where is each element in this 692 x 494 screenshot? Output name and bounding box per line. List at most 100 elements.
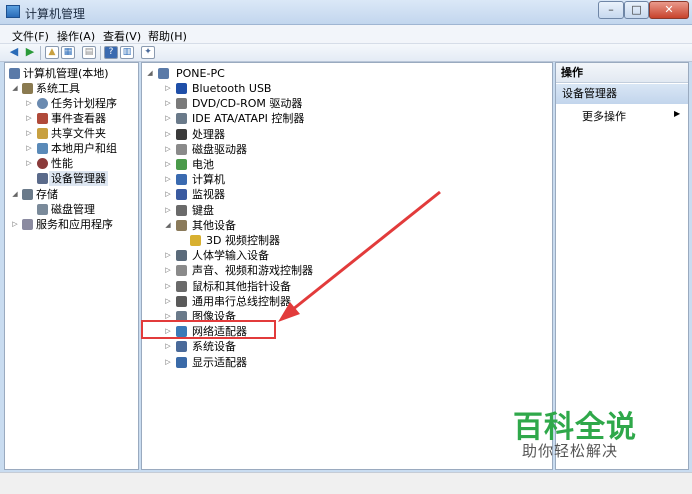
console-tree-pane: 计算机管理(本地) ◢ 系统工具 ▷ 任务计划程序 ▷ 事件查看器 ▷ 共享文件… <box>4 62 139 470</box>
device-category-disk-drive[interactable]: ▷ 磁盘驱动器 <box>144 142 544 157</box>
device-category-bluetooth[interactable]: ▷ Bluetooth USB <box>144 81 544 96</box>
storage-icon <box>22 189 33 200</box>
menu-view[interactable]: 查看(V) <box>103 28 141 44</box>
services-icon <box>22 219 33 230</box>
collapsed-arrow-icon[interactable]: ▷ <box>164 248 172 263</box>
collapsed-arrow-icon[interactable]: ▷ <box>164 81 172 96</box>
tree-item-task-scheduler[interactable]: ▷ 任务计划程序 <box>7 96 137 111</box>
tree-item-performance[interactable]: ▷ 性能 <box>7 156 137 171</box>
tree-item-services-apps[interactable]: ▷ 服务和应用程序 <box>7 217 137 232</box>
device-category-display-adapter[interactable]: ▷ 显示适配器 <box>144 355 544 370</box>
tree-item-shared-folders[interactable]: ▷ 共享文件夹 <box>7 126 137 141</box>
collapsed-arrow-icon[interactable]: ▷ <box>25 111 33 126</box>
device-category-battery[interactable]: ▷ 电池 <box>144 157 544 172</box>
collapsed-arrow-icon[interactable]: ▷ <box>164 172 172 187</box>
clock-icon <box>37 98 48 109</box>
maximize-button[interactable]: □ <box>624 1 649 19</box>
show-tree-icon[interactable]: ▦ <box>61 46 75 59</box>
shared-folder-icon <box>37 128 48 139</box>
device-tree-pane: ◢ PONE-PC ▷ Bluetooth USB ▷ DVD/CD-ROM 驱动器 ▷… <box>141 62 553 470</box>
chevron-right-icon: ▶ <box>674 109 681 118</box>
sound-icon <box>176 265 187 277</box>
actions-section-device-manager[interactable]: 设备管理器 <box>556 84 688 104</box>
device-category-other-devices[interactable]: ◢ 其他设备 <box>144 218 544 233</box>
expanded-arrow-icon[interactable]: ◢ <box>164 218 172 233</box>
device-category-dvd-drive[interactable]: ▷ DVD/CD-ROM 驱动器 <box>144 96 544 111</box>
device-category-mouse[interactable]: ▷ 鼠标和其他指针设备 <box>144 279 544 294</box>
device-category-processor[interactable]: ▷ 处理器 <box>144 127 544 142</box>
up-folder-icon[interactable]: ▲ <box>45 46 59 59</box>
collapsed-arrow-icon[interactable]: ▷ <box>11 217 19 232</box>
expanded-arrow-icon[interactable]: ◢ <box>11 187 19 202</box>
tree-item-device-manager[interactable]: 设备管理器 <box>7 171 137 186</box>
monitor-icon <box>176 189 187 201</box>
collapsed-arrow-icon[interactable]: ▷ <box>164 157 172 172</box>
users-icon <box>37 143 48 154</box>
keyboard-icon <box>176 204 187 216</box>
warning-device-icon <box>190 235 201 246</box>
battery-icon <box>176 159 187 170</box>
collapsed-arrow-icon[interactable]: ▷ <box>25 96 33 111</box>
collapsed-arrow-icon[interactable]: ▷ <box>164 127 172 142</box>
collapsed-arrow-icon[interactable]: ▷ <box>164 142 172 157</box>
expanded-arrow-icon[interactable]: ◢ <box>11 81 19 96</box>
system-device-icon <box>176 341 187 353</box>
tools-icon <box>22 83 33 94</box>
collapsed-arrow-icon[interactable]: ▷ <box>25 141 33 156</box>
forward-arrow-icon[interactable]: ▶ <box>23 46 37 59</box>
minimize-button[interactable]: – <box>598 1 624 19</box>
tree-item-local-users[interactable]: ▷ 本地用户和组 <box>7 141 137 156</box>
collapsed-arrow-icon[interactable]: ▷ <box>164 263 172 278</box>
menu-help[interactable]: 帮助(H) <box>148 28 187 44</box>
device-category-monitor[interactable]: ▷ 监视器 <box>144 187 544 202</box>
device-category-computer[interactable]: ▷ 计算机 <box>144 172 544 187</box>
status-bar <box>0 472 692 494</box>
detail-view-icon[interactable]: ▥ <box>120 46 134 59</box>
more-actions-link[interactable]: 更多操作 <box>582 108 626 124</box>
device-category-ide-controller[interactable]: ▷ IDE ATA/ATAPI 控制器 <box>144 111 544 126</box>
scan-hardware-icon[interactable]: ✦ <box>141 46 155 59</box>
device-category-system-device[interactable]: ▷ 系统设备 <box>144 339 544 354</box>
usb-icon <box>176 295 187 307</box>
performance-icon <box>37 158 48 169</box>
collapsed-arrow-icon[interactable]: ▷ <box>164 279 172 294</box>
menu-file[interactable]: 文件(F) <box>12 28 49 44</box>
device-category-usb[interactable]: ▷ 通用串行总线控制器 <box>144 294 544 309</box>
ide-controller-icon <box>176 113 187 125</box>
tree-item-disk-management[interactable]: 磁盘管理 <box>7 202 137 217</box>
properties-icon[interactable]: ▤ <box>82 46 96 59</box>
device-category-warning-device[interactable]: 3D 视频控制器 <box>144 233 544 248</box>
hid-icon <box>176 250 187 262</box>
computer-icon <box>158 68 169 79</box>
back-arrow-icon[interactable]: ◀ <box>7 46 21 59</box>
collapsed-arrow-icon[interactable]: ▷ <box>164 96 172 111</box>
device-category-sound[interactable]: ▷ 声音、视频和游戏控制器 <box>144 263 544 278</box>
tree-item-computer-management[interactable]: 计算机管理(本地) <box>7 66 137 81</box>
device-category-keyboard[interactable]: ▷ 键盘 <box>144 203 544 218</box>
mouse-icon <box>176 280 187 292</box>
dvd-drive-icon <box>176 98 187 110</box>
help-icon[interactable]: ? <box>104 46 118 59</box>
menu-bar: 文件(F) 操作(A) 查看(V) 帮助(H) <box>0 25 692 44</box>
computer-management-icon <box>6 5 20 18</box>
collapsed-arrow-icon[interactable]: ▷ <box>164 111 172 126</box>
tree-item-storage[interactable]: ◢ 存储 <box>7 187 137 202</box>
device-tree-root[interactable]: ◢ PONE-PC <box>144 66 544 81</box>
window-title: 计算机管理 <box>25 7 86 21</box>
event-viewer-icon <box>37 113 48 124</box>
tree-item-event-viewer[interactable]: ▷ 事件查看器 <box>7 111 137 126</box>
title-bar: 计算机管理 – □ ✕ <box>0 0 692 25</box>
collapsed-arrow-icon[interactable]: ▷ <box>25 126 33 141</box>
collapsed-arrow-icon[interactable]: ▷ <box>164 203 172 218</box>
collapsed-arrow-icon[interactable]: ▷ <box>164 187 172 202</box>
tree-item-system-tools[interactable]: ◢ 系统工具 <box>7 81 137 96</box>
device-category-hid[interactable]: ▷ 人体学输入设备 <box>144 248 544 263</box>
expanded-arrow-icon[interactable]: ◢ <box>146 66 154 81</box>
computer-icon <box>176 174 187 186</box>
collapsed-arrow-icon[interactable]: ▷ <box>25 156 33 171</box>
collapsed-arrow-icon[interactable]: ▷ <box>164 294 172 309</box>
collapsed-arrow-icon[interactable]: ▷ <box>164 355 172 370</box>
menu-action[interactable]: 操作(A) <box>57 28 95 44</box>
collapsed-arrow-icon[interactable]: ▷ <box>164 339 172 354</box>
close-button[interactable]: ✕ <box>649 1 689 19</box>
